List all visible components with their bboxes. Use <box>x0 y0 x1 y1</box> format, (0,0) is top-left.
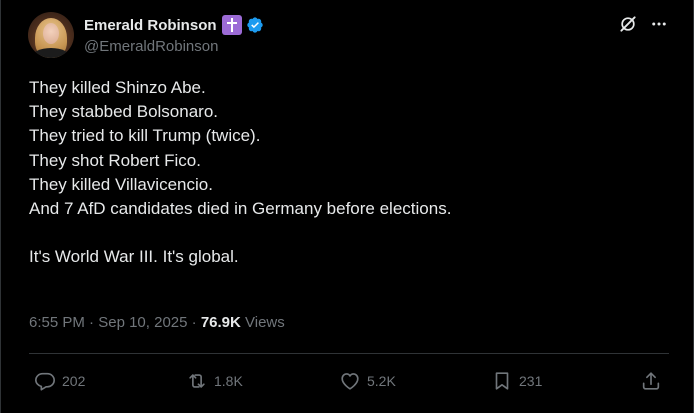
like-icon <box>341 373 359 390</box>
tweet-closing-line: It's World War III. It's global. <box>29 247 239 267</box>
avatar[interactable] <box>28 12 74 58</box>
more-options-icon[interactable] <box>650 15 668 33</box>
tweet-line: They stabbed Bolsonaro. <box>29 102 219 122</box>
reply-icon <box>35 372 55 391</box>
tweet-text: They killed Shinzo Abe. They stabbed Bol… <box>29 76 669 270</box>
author-handle[interactable]: @EmeraldRobinson <box>84 38 218 55</box>
repost-count: 1.8K <box>214 373 243 389</box>
tweet-line: They killed Shinzo Abe. <box>29 78 206 97</box>
reply-count: 202 <box>62 373 86 389</box>
bookmark-icon <box>495 372 509 390</box>
verified-badge-icon[interactable] <box>246 16 264 34</box>
tweet-time[interactable]: 6:55 PM <box>29 314 85 331</box>
avatar-face <box>43 23 59 44</box>
views-label: Views <box>240 314 285 331</box>
author-display-name[interactable]: Emerald Robinson <box>84 17 217 34</box>
top-right-icons <box>618 14 668 34</box>
repost-button[interactable]: 1.8K <box>186 370 243 392</box>
author-name-row: Emerald Robinson <box>84 14 264 36</box>
tweet-date[interactable]: Sep 10, 2025 <box>98 314 187 331</box>
tweet-line: They shot Robert Fico. <box>29 150 201 170</box>
tweet-card[interactable]: Emerald Robinson @EmeraldRobinson They k… <box>0 0 694 413</box>
meta-separator: · <box>84 314 99 331</box>
meta-separator: · <box>187 314 201 331</box>
tweet-line: They killed Villavicencio. <box>29 174 213 194</box>
share-icon <box>642 372 660 390</box>
divider <box>29 353 669 354</box>
like-count: 5.2K <box>367 373 396 389</box>
grok-icon[interactable] <box>618 14 638 34</box>
repost-icon <box>189 374 205 388</box>
views-count[interactable]: 76.9K <box>201 314 241 331</box>
tweet-line: They tried to kill Trump (twice). <box>29 126 261 146</box>
latin-cross-emoji-icon <box>221 15 242 35</box>
tweet-header: Emerald Robinson @EmeraldRobinson <box>28 12 668 60</box>
reply-button[interactable]: 202 <box>34 370 85 392</box>
bookmark-button[interactable]: 231 <box>491 370 542 392</box>
bookmark-count: 231 <box>519 373 543 389</box>
like-button[interactable]: 5.2K <box>339 370 396 392</box>
action-bar: 202 1.8K 5.2K 231 <box>34 370 674 394</box>
tweet-line: And 7 AfD candidates died in Germany bef… <box>29 199 452 219</box>
tweet-meta: 6:55 PM · Sep 10, 2025 · 76.9K Views <box>29 314 285 331</box>
share-button[interactable] <box>640 370 662 392</box>
